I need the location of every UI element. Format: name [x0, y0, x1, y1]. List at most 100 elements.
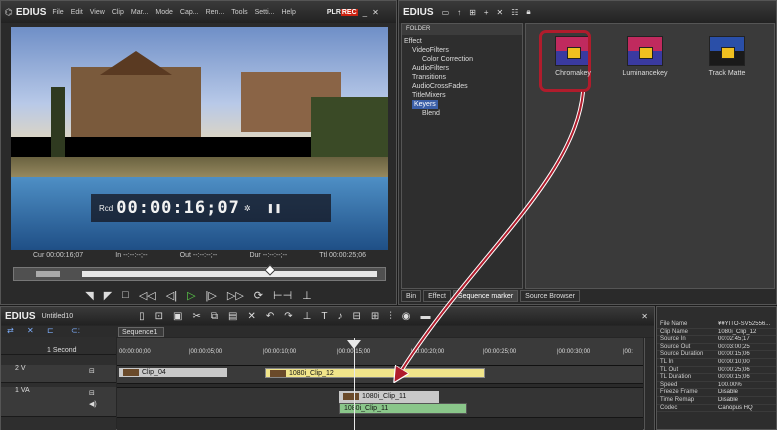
timeline-vertical-scrollbar[interactable]: [644, 338, 654, 430]
menu-mode[interactable]: Mode: [155, 9, 173, 16]
open-project-icon[interactable]: ⊡: [155, 311, 163, 322]
new-sequence-icon[interactable]: ▯: [139, 311, 145, 322]
scrub-track[interactable]: [82, 271, 377, 277]
folder-icon[interactable]: ▭: [442, 8, 450, 17]
mode-icon[interactable]: ⇄: [7, 326, 14, 335]
timeline-cursor[interactable]: [354, 338, 355, 430]
text-icon[interactable]: T: [321, 311, 327, 322]
timescale-value[interactable]: 1 Second: [47, 347, 77, 354]
pause-icon: ❚❚: [266, 202, 282, 213]
stop-icon[interactable]: □: [122, 289, 129, 301]
track-headers: 1 Second 2 V ⊟ 1 VA ⊟ ◀): [1, 337, 116, 430]
track-video-icon[interactable]: ⊟: [89, 389, 95, 397]
effect-track-matte[interactable]: Track Matte: [696, 36, 758, 77]
menu-render[interactable]: Ren...: [206, 9, 225, 16]
tab-sequence-marker[interactable]: Sequence marker: [452, 290, 519, 302]
menu-view[interactable]: View: [90, 9, 105, 16]
overwrite-icon[interactable]: ⊥: [302, 289, 312, 302]
rec-badge[interactable]: REC: [340, 8, 358, 16]
tab-effect[interactable]: Effect: [423, 290, 451, 302]
sync-icon[interactable]: ⊏: [47, 326, 54, 335]
set-out-icon[interactable]: ◤: [104, 289, 112, 302]
out-timecode: Out --:--:--;--: [179, 252, 218, 259]
layout-icon[interactable]: ▬: [420, 311, 430, 322]
split-icon[interactable]: ⊥: [303, 311, 312, 322]
scrub-bar[interactable]: [13, 264, 386, 281]
tree-item-audiofilters[interactable]: AudioFilters: [412, 65, 449, 72]
tree-item-effect[interactable]: Effect: [404, 38, 422, 45]
play-icon[interactable]: ▷: [187, 289, 195, 302]
menu-capture[interactable]: Cap...: [180, 9, 199, 16]
mixer-icon[interactable]: ⫶: [389, 311, 392, 322]
clip-1080i-12[interactable]: 1080i_Clip_12: [265, 368, 485, 378]
timeline-title-bar: EDIUS Untitled10 ▯ ⊡ ▣ ✂ ⧉ ▤ ✕ ↶ ↷ ⊥ T ♪…: [1, 307, 654, 325]
step-forward-icon[interactable]: |▷: [206, 289, 217, 302]
menu-edit[interactable]: Edit: [71, 9, 83, 16]
effect-luminancekey[interactable]: Luminancekey: [614, 36, 676, 77]
delete-icon[interactable]: ✕: [497, 8, 504, 17]
timecode-overlay: Rcd 00:00:16;07 ✲ ❚❚: [91, 194, 331, 222]
copy-icon[interactable]: ⧉: [211, 311, 218, 322]
menu-file[interactable]: File: [52, 9, 63, 16]
track-header-1va[interactable]: 1 VA ⊟ ◀): [1, 387, 116, 417]
menu-settings[interactable]: Setti...: [255, 9, 275, 16]
info-key: TL Out: [660, 366, 679, 373]
loop-icon[interactable]: ⟳: [254, 289, 263, 302]
tree-item-audiocrossfades[interactable]: AudioCrossFades: [412, 83, 468, 90]
record-icon[interactable]: ◉: [402, 311, 411, 322]
shuttle-slider[interactable]: [36, 271, 60, 277]
tree-item-videofilters[interactable]: VideoFilters: [412, 47, 449, 54]
minimize-icon[interactable]: _: [363, 8, 367, 17]
menu-help[interactable]: Help: [281, 9, 295, 16]
timeline-cursor-head[interactable]: [347, 340, 361, 349]
up-icon[interactable]: ↑: [457, 8, 461, 17]
undo-icon[interactable]: ↶: [266, 311, 274, 322]
track-header-2v[interactable]: 2 V ⊟: [1, 365, 116, 383]
timeline-ruler[interactable]: 00:00:00;00 |00:00:05;00 |00:00:10;00 |0…: [117, 338, 643, 366]
tree-item-blend[interactable]: Blend: [422, 110, 440, 117]
info-row: Speed 100.00%: [657, 382, 776, 390]
delete-clip-icon[interactable]: ✕: [247, 311, 255, 322]
cut-icon[interactable]: ✂: [192, 311, 200, 322]
render-icon[interactable]: ⊟: [352, 311, 360, 322]
close-icon[interactable]: ✕: [372, 8, 379, 17]
save-project-icon[interactable]: ▣: [173, 311, 182, 322]
info-key: Time Remap: [660, 396, 695, 403]
plr-badge[interactable]: PLR: [327, 9, 341, 16]
set-in-icon[interactable]: ◥: [85, 289, 93, 302]
fast-forward-icon[interactable]: ▷▷: [227, 289, 244, 302]
tree-item-color-correction[interactable]: Color Correction: [422, 56, 473, 63]
snap-icon[interactable]: ⊂:: [71, 326, 80, 335]
tab-source-browser[interactable]: Source Browser: [520, 290, 580, 302]
tree-item-transitions[interactable]: Transitions: [412, 74, 446, 81]
properties-icon[interactable]: ☷: [511, 8, 518, 17]
track-mode-icon[interactable]: ⊟: [89, 367, 95, 375]
tree-item-titlemixers[interactable]: TitleMixers: [412, 92, 446, 99]
track-audio-icon[interactable]: ◀): [89, 400, 97, 408]
clip-1080i-11-audio[interactable]: 1080i_Clip_11: [339, 403, 467, 414]
ripple-icon[interactable]: ✕: [27, 326, 34, 335]
grid-icon[interactable]: ⊞: [371, 311, 379, 322]
info-value: 00:02:45;17: [718, 336, 750, 343]
step-back-icon[interactable]: ◁|: [166, 289, 177, 302]
rewind-icon[interactable]: ◁◁: [139, 289, 156, 302]
menu-clip[interactable]: Clip: [112, 9, 124, 16]
tab-sequence1[interactable]: Sequence1: [118, 327, 164, 337]
tab-bin[interactable]: Bin: [401, 290, 422, 302]
tree-icon[interactable]: ⊞: [469, 8, 476, 17]
menu-tools[interactable]: Tools: [231, 9, 247, 16]
clip-04[interactable]: Clip_04: [119, 368, 227, 377]
app-logo-icon: ⌬: [5, 6, 13, 17]
ruler-tick: |00:00:20;00: [411, 349, 445, 355]
add-icon[interactable]: +: [484, 8, 489, 17]
redo-icon[interactable]: ↷: [284, 311, 292, 322]
audio-icon[interactable]: ♪: [337, 311, 342, 322]
timeline-close-icon[interactable]: ✕: [641, 312, 648, 321]
insert-icon[interactable]: ⊢⊣: [273, 289, 292, 302]
info-value: 00:00:25;06: [718, 366, 750, 373]
lock-icon[interactable]: 🔒︎: [526, 7, 530, 17]
paste-icon[interactable]: ▤: [228, 311, 237, 322]
track-matte-thumbnail-icon: [709, 36, 745, 66]
tree-item-keyers[interactable]: Keyers: [412, 100, 438, 109]
menu-marker[interactable]: Mar...: [131, 9, 149, 16]
